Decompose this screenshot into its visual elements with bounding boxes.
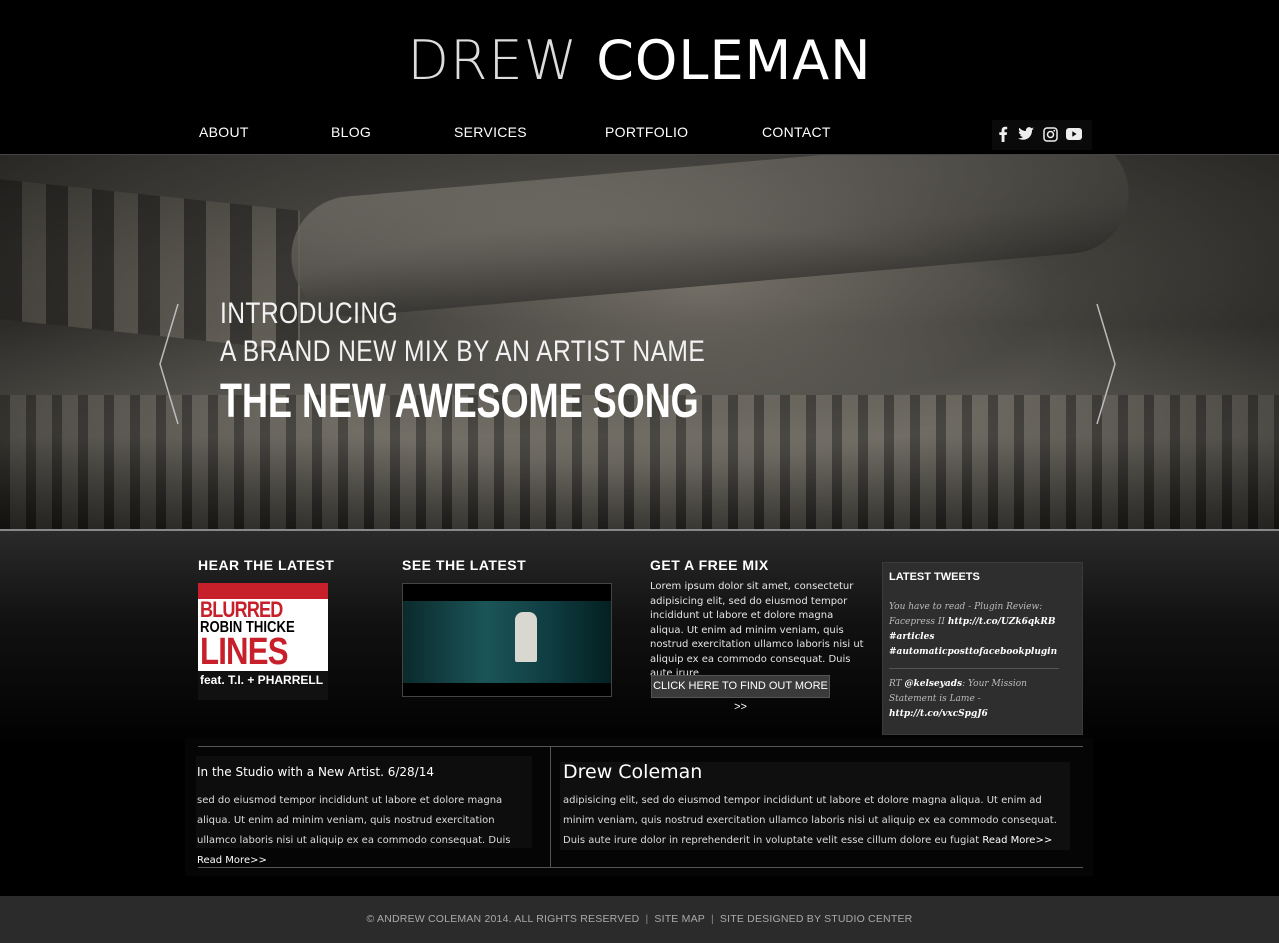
about-read-more-link[interactable]: Read More>> [982, 835, 1052, 846]
blog-post-excerpt: sed do eiusmod tempor incididunt ut labo… [197, 791, 532, 871]
tweet-1: You have to read - Plugin Review: Facepr… [889, 600, 1061, 660]
latest-tweets-widget: LATEST TWEETS You have to read - Plugin … [882, 562, 1083, 735]
youtube-icon[interactable] [1065, 124, 1083, 144]
video-figure [515, 612, 537, 662]
tweet-2-prefix: RT [889, 679, 902, 689]
tweet-2: RT @kelseyads: Your Mission Statement is… [889, 677, 1061, 722]
video-player-thumbnail[interactable] [402, 583, 612, 697]
tweet-1-tags[interactable]: #articles #automaticposttofacebookplugin [889, 632, 1057, 657]
footer-sitemap-link[interactable]: SITE MAP [654, 913, 705, 925]
hero-line-introducing: INTRODUCING [220, 297, 399, 330]
about-title: Drew Coleman [563, 761, 703, 783]
nav-services[interactable]: SERVICES [454, 124, 527, 140]
tweet-divider [889, 668, 1059, 669]
slider-prev-arrow-icon[interactable] [156, 300, 186, 428]
album-footer: feat. T.I. + PHARRELL [198, 671, 328, 700]
site-header: DREW COLEMAN ABOUT BLOG SERVICES PORTFOL… [0, 0, 1279, 155]
hero-line-subtitle: A BRAND NEW MIX BY AN ARTIST NAME [220, 335, 706, 368]
blog-post-title[interactable]: In the Studio with a New Artist. 6/28/14 [197, 765, 434, 779]
nav-portfolio[interactable]: PORTFOLIO [605, 124, 688, 140]
hero-slider: INTRODUCING A BRAND NEW MIX BY AN ARTIST… [0, 155, 1279, 531]
free-mix-heading: GET A FREE MIX [650, 557, 769, 573]
social-links [992, 120, 1092, 150]
hero-line-song-title: THE NEW AWESOME SONG [220, 375, 699, 428]
footer-links: © ANDREW COLEMAN 2014. ALL RIGHTS RESERV… [366, 913, 913, 925]
slider-next-arrow-icon[interactable] [1093, 300, 1123, 428]
site-logo[interactable]: DREW COLEMAN [0, 26, 1279, 96]
tweet-1-link[interactable]: http://t.co/UZk6qkRB [948, 617, 1056, 627]
hero-caption: INTRODUCING A BRAND NEW MIX BY AN ARTIST… [220, 295, 858, 429]
site-footer: © ANDREW COLEMAN 2014. ALL RIGHTS RESERV… [0, 896, 1279, 943]
hear-latest-heading: HEAR THE LATEST [198, 557, 335, 573]
nav-blog[interactable]: BLOG [331, 124, 371, 140]
album-text-lines: LINES [200, 631, 288, 673]
brand-last-name: COLEMAN [596, 29, 872, 92]
footer-designer-credit[interactable]: SITE DESIGNED BY STUDIO CENTER [720, 913, 913, 925]
footer-copyright: © ANDREW COLEMAN 2014. ALL RIGHTS RESERV… [366, 913, 640, 925]
blog-post-body: sed do eiusmod tempor incididunt ut labo… [197, 795, 511, 846]
facebook-icon[interactable] [994, 124, 1012, 144]
lower-top-rule [198, 746, 1083, 747]
instagram-icon[interactable] [1041, 124, 1059, 144]
album-text-feat: feat. T.I. + PHARRELL [200, 673, 324, 687]
see-latest-heading: SEE THE LATEST [402, 557, 527, 573]
free-mix-description: Lorem ipsum dolor sit amet, consectetur … [650, 581, 864, 679]
nav-contact[interactable]: CONTACT [762, 124, 831, 140]
lower-column-divider [550, 747, 551, 868]
twitter-icon[interactable] [1017, 124, 1035, 144]
nav-about[interactable]: ABOUT [199, 124, 249, 140]
tweet-2-user[interactable]: @kelseyads [905, 679, 963, 689]
blog-read-more-link[interactable]: Read More>> [197, 855, 267, 866]
album-cover-thumbnail[interactable]: BLURRED ROBIN THICKE LINES feat. T.I. + … [198, 583, 328, 700]
find-out-more-button[interactable]: CLICK HERE TO FIND OUT MORE >> [651, 675, 830, 713]
tweets-title: LATEST TWEETS [889, 571, 980, 583]
tweet-2-link[interactable]: http://t.co/vxcSpgJ6 [889, 709, 988, 719]
video-scene [403, 601, 611, 683]
about-excerpt: adipisicing elit, sed do eiusmod tempor … [563, 791, 1075, 851]
brand-first-name: DREW [407, 29, 579, 92]
